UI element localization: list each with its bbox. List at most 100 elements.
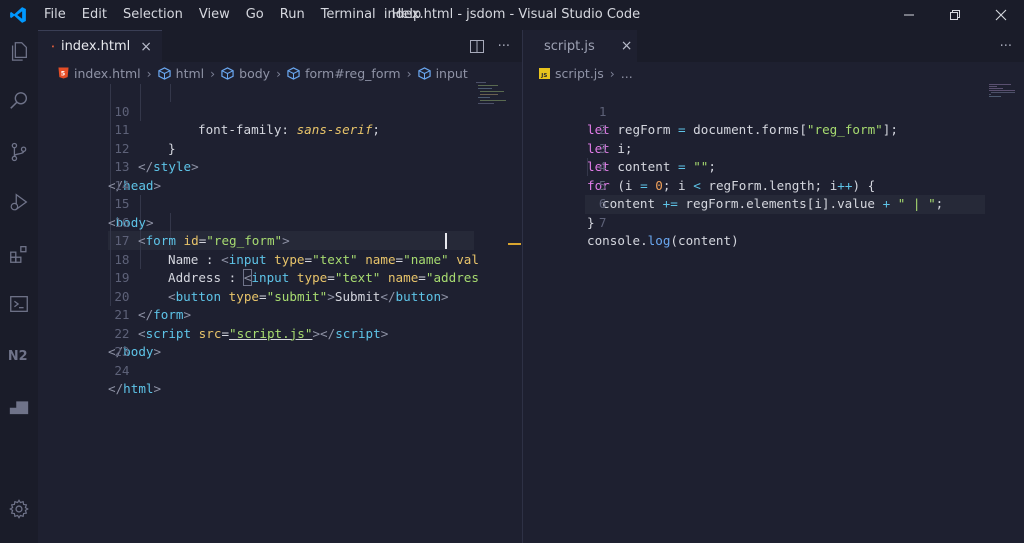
breadcrumb-item-more[interactable]: ...: [621, 66, 633, 81]
minimize-icon: [904, 14, 914, 16]
code-line: 6 }: [523, 177, 1024, 230]
code-editor-right[interactable]: 1 let regForm = document.forms["reg_form…: [523, 84, 1024, 543]
line-number: 24: [114, 362, 130, 378]
tab-close-icon[interactable]: ×: [140, 39, 152, 55]
restore-button[interactable]: [932, 0, 978, 30]
tab-label: script.js: [544, 38, 595, 54]
more-actions-button[interactable]: ···: [498, 39, 510, 54]
code-line: 4 for (i = 0; i < regForm.length; i++) {: [523, 140, 1024, 193]
code-line: 5 content += regForm.elements[i].value +…: [523, 158, 1024, 212]
editor-actions-right: ···: [1000, 30, 1012, 62]
chevron-right-icon: ›: [406, 65, 412, 81]
code-line: 23: [38, 325, 522, 359]
breadcrumb-item-file[interactable]: JS script.js ›: [539, 66, 621, 81]
code-line: 7 console.log(content): [523, 195, 1024, 249]
n2-icon[interactable]: N2: [0, 336, 38, 374]
tab-close-icon[interactable]: ×: [621, 38, 633, 54]
source-control-icon[interactable]: [0, 133, 38, 171]
token: </: [108, 381, 124, 396]
menu-edit[interactable]: Edit: [74, 0, 115, 30]
code-line: 3 let content = "";: [523, 121, 1024, 175]
svg-text:5: 5: [61, 69, 66, 77]
code-line: 20 </form>: [38, 269, 522, 323]
menu-go[interactable]: Go: [238, 0, 272, 30]
code-line: 18 Address : <input type="text" name="ad…: [38, 232, 522, 286]
function-name: log: [647, 233, 671, 248]
breadcrumb-label: script.js: [555, 65, 604, 81]
code-editor-left[interactable]: 10 font-family: sans-serif; 11 } 12 </st…: [38, 84, 522, 543]
menu-selection[interactable]: Selection: [115, 0, 191, 30]
chevron-right-icon: ›: [276, 65, 282, 81]
breadcrumb-right: JS script.js › ...: [523, 62, 1024, 84]
window-controls: [886, 0, 1024, 30]
breadcrumb-item-body[interactable]: body ›: [221, 66, 287, 81]
symbol-element-icon: [417, 66, 431, 80]
editor-group-right: JS script.js × ··· JS script.js › ... 1 …: [523, 30, 1024, 543]
breadcrumb-label: ...: [620, 65, 633, 81]
html-file-icon: 5: [58, 67, 69, 79]
chevron-right-icon: ›: [210, 65, 216, 81]
run-debug-icon[interactable]: [0, 183, 38, 221]
title-bar: File Edit Selection View Go Run Terminal…: [0, 0, 1024, 30]
code-line: 21 <script src="script.js"></script>: [38, 288, 522, 341]
tag-name: html: [123, 381, 154, 396]
code-line: 24 </html>: [38, 343, 522, 397]
token: (content): [670, 233, 739, 248]
js-file-icon: JS: [539, 67, 550, 79]
terminal-icon[interactable]: [0, 285, 38, 323]
breadcrumb-label: html: [175, 65, 205, 81]
menu-view[interactable]: View: [191, 0, 238, 30]
line-number: 7: [598, 214, 607, 230]
vscode-logo-icon: [0, 0, 36, 30]
token: console.: [587, 233, 648, 248]
menu-run[interactable]: Run: [272, 0, 313, 30]
code-line: 22 </body>: [38, 306, 522, 360]
menu-file[interactable]: File: [36, 0, 74, 30]
tab-script-js[interactable]: JS script.js ×: [523, 30, 637, 62]
restore-icon: [950, 10, 960, 20]
settings-gear-icon[interactable]: [0, 490, 38, 528]
breadcrumb-item-file[interactable]: 5 index.html ›: [58, 66, 158, 81]
explorer-icon[interactable]: [0, 32, 38, 70]
breadcrumb-item-html[interactable]: html ›: [157, 65, 221, 81]
tab-label: index.html: [60, 39, 131, 54]
close-icon: [995, 9, 1007, 21]
square-icon[interactable]: [0, 386, 38, 424]
scrollbar-cursor-marker: [508, 243, 521, 245]
search-icon[interactable]: [0, 82, 38, 120]
code-line: 1 let regForm = document.forms["reg_form…: [523, 84, 1024, 138]
code-line: 13 </head>: [38, 140, 522, 193]
chevron-right-icon: ›: [609, 65, 615, 81]
tab-bar-left: 5 index.html × ···: [38, 30, 522, 62]
symbol-element-icon: [287, 66, 300, 80]
tab-bar-right: JS script.js × ···: [523, 30, 1024, 62]
code-line: 19 <button type="submit">Submit</button>: [38, 251, 522, 304]
tab-index-html[interactable]: 5 index.html ×: [38, 30, 162, 62]
menu-help[interactable]: Help: [384, 0, 430, 30]
close-window-button[interactable]: [978, 0, 1024, 30]
code-line: 11 }: [38, 103, 522, 156]
more-actions-button[interactable]: ···: [1000, 39, 1012, 54]
menu-terminal[interactable]: Terminal: [313, 0, 384, 30]
activity-bar: N2: [0, 30, 38, 543]
symbol-element-icon: [157, 66, 171, 80]
breadcrumb-label: input: [435, 65, 468, 81]
text-cursor: [445, 233, 447, 249]
minimize-button[interactable]: [886, 0, 932, 30]
code-line: 12 </style>: [38, 121, 522, 175]
menu-bar: File Edit Selection View Go Run Terminal…: [36, 0, 429, 30]
editor-actions-left: ···: [469, 30, 510, 62]
breadcrumb-label: index.html: [74, 65, 141, 81]
breadcrumb-item-input[interactable]: input: [417, 65, 468, 81]
breadcrumb-item-form[interactable]: form#reg_form ›: [287, 66, 418, 81]
breadcrumb-label: body: [239, 65, 271, 81]
breadcrumb-label: form#reg_form: [305, 65, 401, 81]
split-editor-icon[interactable]: [469, 39, 484, 53]
extensions-icon[interactable]: [0, 235, 38, 273]
code-line: 15 <body>: [38, 177, 522, 230]
svg-text:JS: JS: [540, 73, 547, 79]
svg-text:N2: N2: [8, 349, 28, 364]
chevron-right-icon: ›: [146, 65, 152, 81]
code-line: 16 <form id="reg_form">: [38, 195, 522, 249]
code-line: 2 let i;: [523, 103, 1024, 156]
